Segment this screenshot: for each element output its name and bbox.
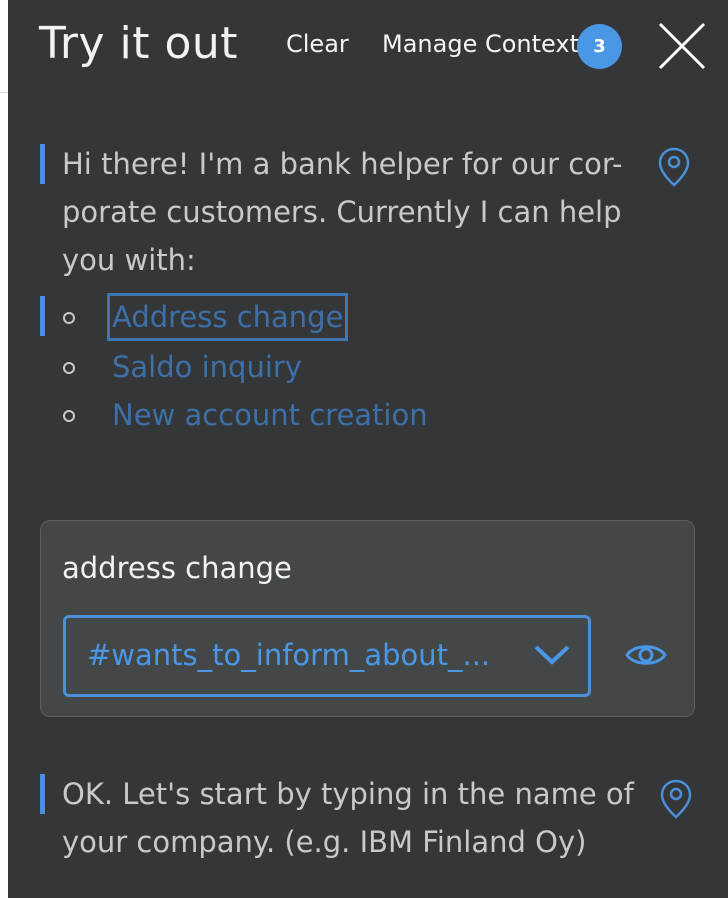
bullet-icon (63, 312, 75, 324)
page-background-edge (0, 0, 8, 898)
close-icon (658, 22, 706, 70)
message-indicator-bar (40, 144, 45, 184)
panel-title: Try it out (39, 18, 239, 69)
bot-message: OK. Let's start by typing in the name of… (40, 770, 700, 880)
list-item: Address change (40, 293, 640, 344)
manage-context-button[interactable]: Manage Context (382, 30, 579, 58)
option-list: Address change Saldo inquiry New account… (40, 293, 640, 446)
try-it-out-panel: Try it out Clear Manage Context 3 Hi the… (8, 0, 728, 898)
list-item: New account creation (40, 394, 640, 442)
option-new-account-creation[interactable]: New account creation (110, 394, 430, 436)
bullet-icon (63, 410, 75, 422)
message-line: porate customers. Currently I can help (62, 195, 622, 229)
panel-header: Try it out Clear Manage Context 3 (8, 0, 728, 92)
message-line: you with: (62, 243, 196, 277)
bot-message-text: OK. Let's start by typing in the name of… (62, 770, 634, 866)
close-button[interactable] (656, 20, 708, 72)
message-indicator-bar (40, 774, 45, 814)
option-address-change[interactable]: Address change (106, 293, 349, 341)
bot-message-text: Hi there! I'm a bank helper for our cor-… (62, 140, 622, 284)
context-count-badge[interactable]: 3 (577, 24, 622, 69)
location-pin-icon[interactable] (657, 146, 691, 188)
location-pin-icon[interactable] (659, 778, 693, 820)
user-message-text: address change (62, 551, 292, 585)
bot-message: Hi there! I'm a bank helper for our cor-… (40, 140, 700, 290)
bullet-icon (63, 362, 75, 374)
message-line: Hi there! I'm a bank helper for our cor- (62, 147, 623, 181)
intent-dropdown[interactable]: #wants_to_inform_about_... (63, 615, 591, 697)
eye-icon[interactable] (624, 639, 668, 671)
message-line: OK. Let's start by typing in the name of (62, 777, 634, 811)
message-line: your company. (e.g. IBM Finland Oy) (62, 825, 587, 859)
divider (0, 92, 8, 93)
intent-value: #wants_to_inform_about_... (87, 638, 491, 672)
option-saldo-inquiry[interactable]: Saldo inquiry (110, 346, 304, 388)
chevron-down-icon (534, 645, 570, 665)
user-message-card: address change #wants_to_inform_about_..… (40, 520, 695, 717)
list-item: Saldo inquiry (40, 346, 640, 394)
clear-button[interactable]: Clear (286, 30, 349, 58)
